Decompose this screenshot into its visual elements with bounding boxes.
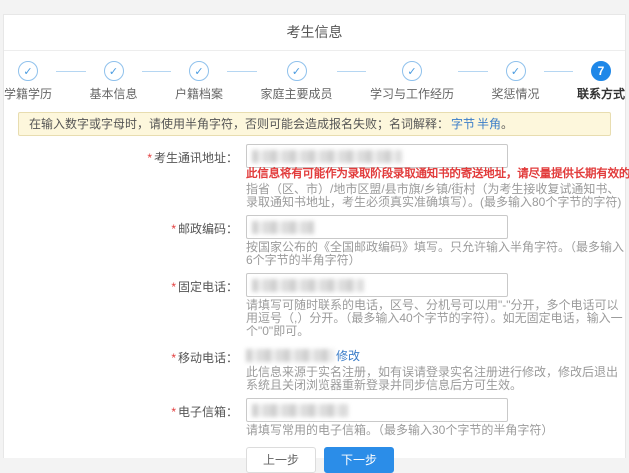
fixed-phone-hint-text: 请填写可随时联系的电话，区号、分机号可以用"-"分开，多个电话可以用逗号（,）分…	[246, 299, 625, 338]
step-connector	[337, 71, 366, 72]
glossary-link-halfwidth[interactable]: 半角	[477, 117, 501, 131]
form-row-mobile-phone: *移动电话： 修改 此信息来源于实名注册，如有误请登录实名注册进行修改，修改后退…	[4, 344, 625, 392]
required-asterisk: *	[171, 280, 176, 294]
step-lianxi-fangshi-current[interactable]: 7 联系方式	[577, 61, 625, 102]
step-label: 学籍学历	[4, 85, 52, 102]
mobile-phone-value: 修改	[246, 344, 625, 364]
form-row-email: *电子信箱： 请填写常用的电子信箱。（最多输入30个字节的半角字符）	[4, 398, 625, 437]
required-asterisk: *	[147, 151, 152, 165]
check-icon: ✓	[194, 65, 203, 78]
step-progress-bar: ✓ 学籍学历 ✓ 基本信息 ✓ 户籍档案 ✓ 家庭主要成员 ✓ 学习与工作经历 …	[4, 61, 625, 102]
step-done-circle: ✓	[287, 61, 307, 81]
prev-step-button[interactable]: 上一步	[246, 447, 316, 473]
redacted-value	[252, 150, 402, 163]
notice-suffix: 。	[501, 117, 513, 131]
check-icon: ✓	[109, 65, 118, 78]
step-done-circle: ✓	[104, 61, 124, 81]
step-number: 7	[598, 64, 605, 78]
contact-info-form: *考生通讯地址： 此信息将有可能作为录取阶段录取通知书的寄送地址，请尽量提供长期…	[4, 144, 625, 473]
check-icon: ✓	[23, 65, 32, 78]
field-label: *考生通讯地址：	[4, 144, 238, 209]
postcode-hint-text: 按国家公布的《全国邮政编码》填写。只允许输入半角字符。（最多输入6个字节的半角字…	[246, 241, 625, 267]
step-connector	[458, 71, 487, 72]
candidate-info-panel: 考生信息 ✓ 学籍学历 ✓ 基本信息 ✓ 户籍档案 ✓ 家庭主要成员 ✓ 学习与…	[3, 14, 626, 458]
field-label: *邮政编码：	[4, 215, 238, 267]
check-icon: ✓	[407, 65, 416, 78]
halfwidth-notice-bar: 在输入数字或字母时，请使用半角字符，否则可能会造成报名失败；名词解释：字节半角。	[18, 112, 611, 136]
form-row-address: *考生通讯地址： 此信息将有可能作为录取阶段录取通知书的寄送地址，请尽量提供长期…	[4, 144, 625, 209]
step-connector	[56, 71, 85, 72]
redacted-value	[252, 221, 314, 234]
required-asterisk: *	[171, 351, 176, 365]
next-step-button[interactable]: 下一步	[324, 447, 394, 473]
check-icon: ✓	[511, 65, 520, 78]
step-done-circle: ✓	[402, 61, 422, 81]
form-row-fixed-phone: *固定电话： 请填写可随时联系的电话，区号、分机号可以用"-"分开，多个电话可以…	[4, 273, 625, 338]
email-input[interactable]	[246, 398, 508, 422]
field-label: *移动电话：	[4, 344, 238, 392]
step-jiangcheng-qingkuang[interactable]: ✓ 奖惩情况	[492, 61, 540, 102]
step-jiben-xinxi[interactable]: ✓ 基本信息	[90, 61, 138, 102]
address-warning-text: 此信息将有可能作为录取阶段录取通知书的寄送地址，请尽量提供长期有效的地址。	[246, 165, 625, 181]
step-done-circle: ✓	[189, 61, 209, 81]
step-label: 联系方式	[577, 85, 625, 102]
step-xueji-xueli[interactable]: ✓ 学籍学历	[4, 61, 52, 102]
redacted-value	[246, 349, 334, 362]
step-label: 奖惩情况	[492, 85, 540, 102]
step-label: 家庭主要成员	[261, 85, 333, 102]
step-label: 学习与工作经历	[370, 85, 454, 102]
email-hint-text: 请填写常用的电子信箱。（最多输入30个字节的半角字符）	[246, 424, 553, 437]
notice-text: 在输入数字或字母时，请使用半角字符，否则可能会造成报名失败；名词解释：	[29, 117, 449, 131]
fixed-phone-input[interactable]	[246, 273, 508, 297]
form-actions: 上一步 下一步	[246, 447, 625, 473]
step-xuexi-gongzuo[interactable]: ✓ 学习与工作经历	[370, 61, 454, 102]
step-done-circle: ✓	[18, 61, 38, 81]
step-current-circle: 7	[591, 61, 611, 81]
redacted-value	[252, 279, 364, 292]
required-asterisk: *	[171, 222, 176, 236]
redacted-value	[252, 404, 348, 417]
page-title: 考生信息	[4, 15, 625, 51]
step-connector	[227, 71, 256, 72]
modify-mobile-link[interactable]: 修改	[336, 347, 360, 364]
step-label: 基本信息	[90, 85, 138, 102]
field-label: *电子信箱：	[4, 398, 238, 437]
step-connector	[142, 71, 171, 72]
glossary-link-byte[interactable]: 字节	[451, 117, 475, 131]
step-connector	[544, 71, 573, 72]
step-jiating-chengyuan[interactable]: ✓ 家庭主要成员	[261, 61, 333, 102]
mobile-phone-hint-text: 此信息来源于实名注册，如有误请登录实名注册进行修改，修改后退出系统且关闭浏览器重…	[246, 366, 625, 392]
step-huji-dangan[interactable]: ✓ 户籍档案	[175, 61, 223, 102]
field-label: *固定电话：	[4, 273, 238, 338]
form-row-postcode: *邮政编码： 按国家公布的《全国邮政编码》填写。只允许输入半角字符。（最多输入6…	[4, 215, 625, 267]
step-label: 户籍档案	[175, 85, 223, 102]
postcode-input[interactable]	[246, 215, 508, 239]
check-icon: ✓	[292, 65, 301, 78]
required-asterisk: *	[171, 405, 176, 419]
step-done-circle: ✓	[506, 61, 526, 81]
address-hint-text: 指省（区、市）/地市区盟/县市旗/乡镇/街村（为考生接收复试通知书、录取通知书地…	[246, 183, 625, 209]
